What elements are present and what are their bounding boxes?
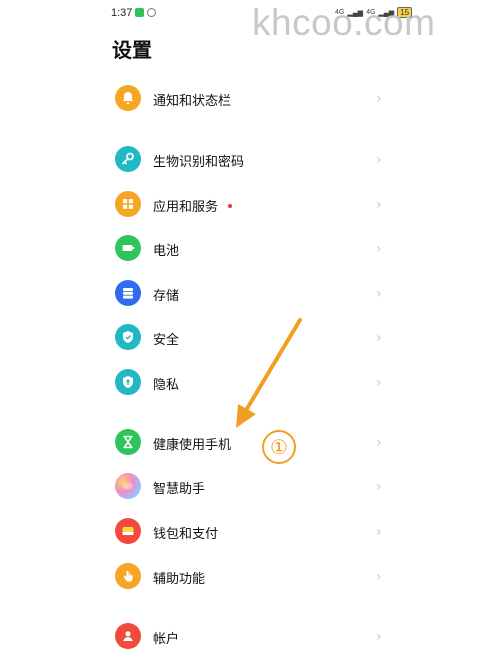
settings-item-digital-wellbeing[interactable]: 健康使用手机 › bbox=[110, 424, 390, 464]
chevron-right-icon: › bbox=[376, 375, 382, 391]
new-badge-dot bbox=[228, 204, 232, 208]
settings-item-label: 隐私 bbox=[153, 378, 180, 393]
chat-notification-icon bbox=[135, 8, 144, 17]
apps-icon bbox=[115, 191, 141, 217]
signal-notification-icon bbox=[147, 8, 156, 17]
bell-icon bbox=[115, 85, 141, 111]
shield-icon bbox=[115, 324, 141, 350]
settings-item-smart-assistant[interactable]: 智慧助手 › bbox=[110, 468, 390, 508]
hand-icon bbox=[115, 563, 141, 589]
chevron-right-icon: › bbox=[376, 479, 382, 495]
wallet-icon bbox=[115, 518, 141, 544]
settings-item-label: 智慧助手 bbox=[153, 482, 206, 497]
settings-item-privacy[interactable]: 隐私 › bbox=[110, 364, 390, 404]
assistant-icon bbox=[115, 473, 141, 499]
settings-item-storage[interactable]: 存储 › bbox=[110, 275, 390, 315]
settings-item-label: 电池 bbox=[153, 244, 180, 259]
tutorial-step-number: ① bbox=[262, 430, 296, 464]
chevron-right-icon: › bbox=[376, 435, 382, 451]
key-icon bbox=[115, 146, 141, 172]
settings-item-label: 安全 bbox=[153, 333, 180, 348]
settings-item-battery[interactable]: 电池 › bbox=[110, 230, 390, 270]
settings-item-label: 存储 bbox=[153, 289, 180, 304]
settings-item-label: 钱包和支付 bbox=[153, 527, 219, 542]
chevron-right-icon: › bbox=[376, 241, 382, 257]
chevron-right-icon: › bbox=[376, 152, 382, 168]
storage-icon bbox=[115, 280, 141, 306]
battery-icon bbox=[115, 235, 141, 261]
settings-item-notifications[interactable]: 通知和状态栏 › bbox=[110, 80, 390, 120]
status-time: 1:37 bbox=[111, 7, 133, 19]
settings-item-label: 健康使用手机 bbox=[153, 438, 232, 453]
settings-item-security[interactable]: 安全 › bbox=[110, 319, 390, 359]
settings-item-biometrics[interactable]: 生物识别和密码 › bbox=[110, 141, 390, 181]
settings-item-wallet[interactable]: 钱包和支付 › bbox=[110, 513, 390, 553]
settings-item-label: 帐户 bbox=[153, 632, 180, 647]
hourglass-icon bbox=[115, 429, 141, 455]
chevron-right-icon: › bbox=[376, 569, 382, 585]
person-icon bbox=[115, 623, 141, 649]
chevron-right-icon: › bbox=[376, 330, 382, 346]
watermark: khcoo.com bbox=[252, 2, 436, 43]
chevron-right-icon: › bbox=[376, 524, 382, 540]
settings-item-label: 通知和状态栏 bbox=[153, 94, 232, 109]
settings-item-label: 生物识别和密码 bbox=[153, 155, 245, 170]
settings-item-account[interactable]: 帐户 › bbox=[110, 618, 390, 658]
settings-item-accessibility[interactable]: 辅助功能 › bbox=[110, 558, 390, 598]
settings-item-label: 应用和服务 bbox=[153, 200, 219, 215]
chevron-right-icon: › bbox=[376, 629, 382, 645]
chevron-right-icon: › bbox=[376, 197, 382, 213]
settings-item-label: 辅助功能 bbox=[153, 572, 206, 587]
status-notification-icons bbox=[135, 8, 156, 17]
privacy-shield-icon bbox=[115, 369, 141, 395]
chevron-right-icon: › bbox=[376, 286, 382, 302]
settings-item-apps[interactable]: 应用和服务 › bbox=[110, 186, 390, 226]
chevron-right-icon: › bbox=[376, 91, 382, 107]
page-title: 设置 bbox=[112, 38, 152, 62]
